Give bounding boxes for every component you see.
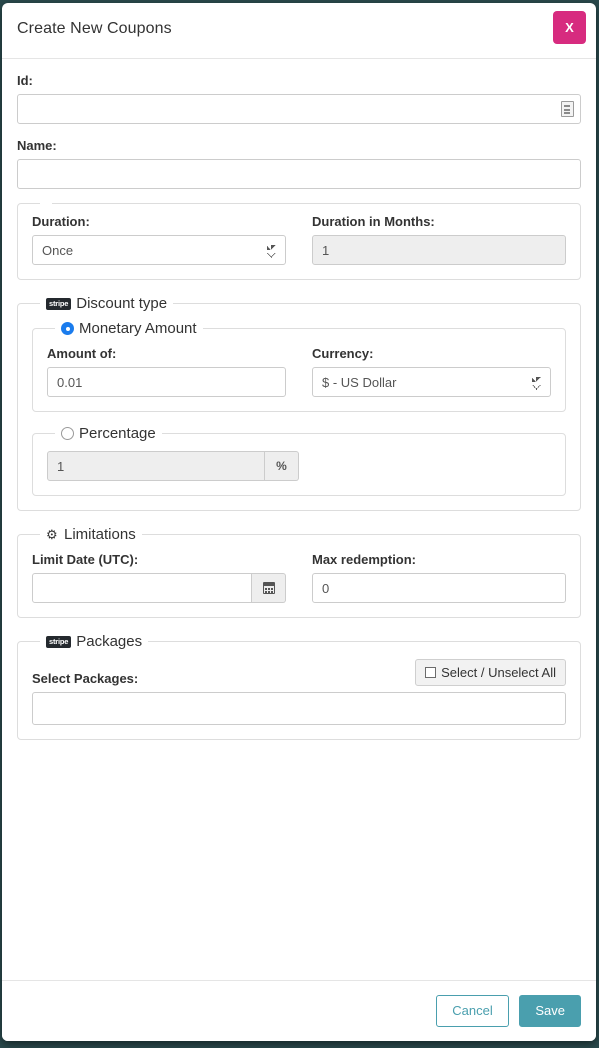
monetary-row: Amount of: Currency: $ - US Dollar: [47, 346, 551, 397]
modal-footer: Cancel Save: [2, 980, 596, 1041]
checkbox-icon: [425, 667, 437, 678]
discount-type-legend-label: Discount type: [76, 295, 168, 312]
duration-months-input: [312, 235, 566, 265]
limitations-fieldset: ⚙ Limitations Limit Date (UTC): Max rede…: [17, 527, 581, 618]
packages-fieldset: stripe Packages Select Packages: Select …: [17, 634, 581, 740]
id-input-wrap: [17, 94, 581, 124]
packages-header-row: Select Packages: Select / Unselect All: [32, 659, 566, 686]
duration-row: Duration: Once Duration in Months:: [32, 214, 566, 265]
stripe-icon: stripe: [46, 297, 72, 310]
percentage-label: Percentage: [79, 425, 156, 442]
limitations-legend: ⚙ Limitations: [40, 527, 142, 542]
modal-header: Create New Coupons X: [2, 3, 596, 59]
max-redemption-input[interactable]: [312, 573, 566, 603]
page-title: Create New Coupons: [17, 20, 172, 37]
create-coupon-modal: Create New Coupons X Id: Name: . Duratio…: [2, 3, 596, 1041]
id-field-group: Id:: [17, 73, 581, 124]
gear-icon: ⚙: [46, 527, 58, 542]
discount-type-fieldset: stripe Discount type Monetary Amount Amo…: [17, 296, 581, 511]
max-redemption-label: Max redemption:: [312, 552, 417, 567]
currency-select[interactable]: $ - US Dollar: [312, 367, 551, 397]
duration-col: Duration: Once: [32, 214, 286, 265]
duration-months-col: Duration in Months:: [312, 214, 566, 265]
duration-label: Duration:: [32, 214, 90, 229]
select-unselect-all-button[interactable]: Select / Unselect All: [415, 659, 566, 686]
duration-fieldset: . Duration: Once Duration in Months:: [17, 203, 581, 280]
percentage-fieldset: Percentage %: [32, 426, 566, 496]
amount-input[interactable]: [47, 367, 286, 397]
limit-date-input-group: [32, 573, 286, 603]
percentage-input: [47, 451, 265, 481]
id-label: Id:: [17, 73, 33, 88]
percentage-radio[interactable]: [61, 427, 74, 440]
modal-body: Id: Name: . Duration: Once Du: [2, 59, 596, 980]
amount-label: Amount of:: [47, 346, 117, 361]
discount-type-legend: stripe Discount type: [40, 296, 173, 311]
limit-date-label: Limit Date (UTC):: [32, 552, 139, 567]
stripe-icon: stripe: [46, 635, 72, 648]
monetary-amount-fieldset: Monetary Amount Amount of: Currency: $ -…: [32, 321, 566, 412]
limitations-legend-label: Limitations: [64, 526, 136, 543]
percentage-legend[interactable]: Percentage: [55, 426, 162, 441]
id-input[interactable]: [17, 94, 581, 124]
amount-col: Amount of:: [47, 346, 286, 397]
monetary-amount-radio[interactable]: [61, 322, 74, 335]
packages-legend-label: Packages: [76, 633, 143, 650]
close-icon[interactable]: X: [553, 11, 586, 44]
select-packages-label: Select Packages:: [32, 671, 139, 686]
percentage-input-group: %: [47, 451, 299, 481]
limitations-row: Limit Date (UTC): Max redemption:: [32, 552, 566, 603]
monetary-amount-legend[interactable]: Monetary Amount: [55, 321, 203, 336]
monetary-amount-label: Monetary Amount: [79, 320, 197, 337]
duration-months-label: Duration in Months:: [312, 214, 435, 229]
calendar-icon[interactable]: [252, 573, 286, 603]
name-field-group: Name:: [17, 138, 581, 189]
percent-sign-addon: %: [265, 451, 299, 481]
packages-multiselect[interactable]: [32, 692, 566, 725]
generate-id-icon[interactable]: [561, 101, 574, 117]
limit-date-col: Limit Date (UTC):: [32, 552, 286, 603]
save-button[interactable]: Save: [519, 995, 581, 1027]
max-redemption-col: Max redemption:: [312, 552, 566, 603]
currency-col: Currency: $ - US Dollar: [312, 346, 551, 397]
duration-select[interactable]: Once: [32, 235, 286, 265]
packages-legend: stripe Packages: [40, 634, 148, 649]
currency-label: Currency:: [312, 346, 374, 361]
limit-date-input[interactable]: [32, 573, 252, 603]
cancel-button[interactable]: Cancel: [436, 995, 509, 1027]
name-label: Name:: [17, 138, 57, 153]
name-input[interactable]: [17, 159, 581, 189]
select-unselect-all-label: Select / Unselect All: [441, 665, 556, 680]
